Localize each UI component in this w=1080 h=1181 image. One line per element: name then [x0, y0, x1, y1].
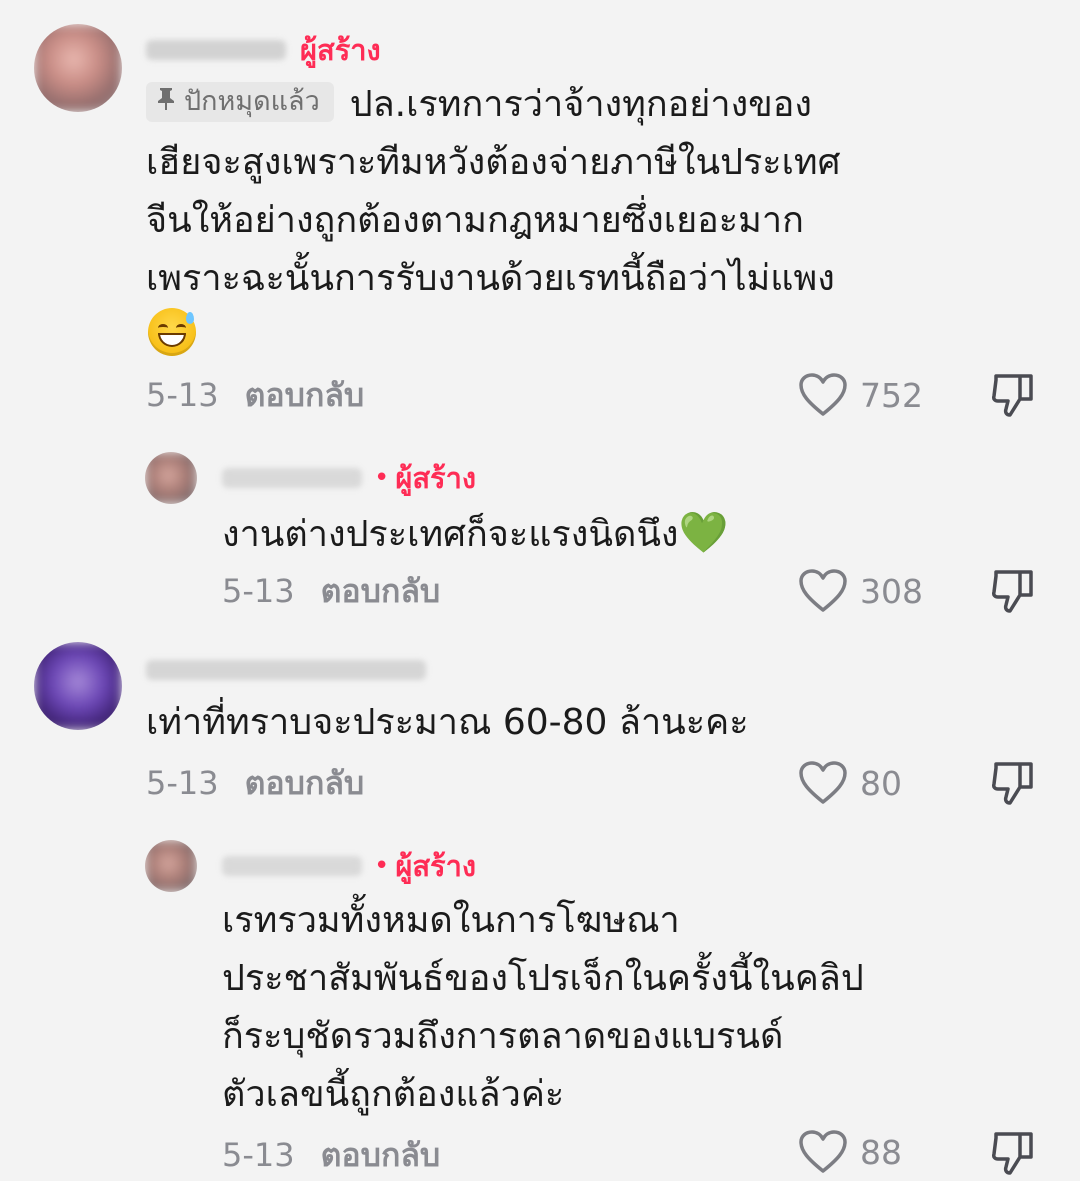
creator-badge: ผู้สร้าง [300, 33, 381, 67]
comment-meta: 5-13 ตอบกลับ [222, 1132, 440, 1178]
comment-text: เรทรวมทั้งหมดในการโฆษณา ประชาสัมพันธ์ของ… [222, 900, 864, 1115]
like-count: 88 [860, 1132, 902, 1172]
comment-text: งานต่างประเทศก็จะแรงนิดนึง💚 [222, 510, 729, 556]
heart-icon [799, 373, 847, 416]
heart-icon [799, 1130, 847, 1173]
avatar[interactable] [34, 642, 122, 730]
comment-date: 5-13 [146, 376, 219, 414]
dislike-icon [992, 1132, 1033, 1175]
separator-dot: • [374, 463, 390, 493]
avatar[interactable] [145, 840, 197, 892]
reply-button[interactable]: ตอบกลับ [245, 758, 365, 809]
comment-date: 5-13 [146, 764, 219, 802]
comment-meta: 5-13 ตอบกลับ [222, 568, 440, 614]
comment-meta: 5-13 ตอบกลับ [146, 760, 364, 806]
comment-header: • ผู้สร้าง [222, 458, 476, 498]
reply-button[interactable]: ตอบกลับ [321, 566, 441, 617]
username-blurred[interactable] [222, 856, 362, 876]
dislike-button[interactable] [990, 1130, 1036, 1180]
username-blurred[interactable] [146, 40, 286, 60]
avatar[interactable] [34, 24, 122, 112]
like-button[interactable]: 308 [798, 566, 923, 616]
like-count: 752 [860, 375, 923, 415]
comment-date: 5-13 [222, 1136, 295, 1174]
dislike-button[interactable] [990, 372, 1036, 422]
reply-button[interactable]: ตอบกลับ [321, 1130, 441, 1181]
like-count: 80 [860, 763, 902, 803]
username-blurred[interactable] [222, 468, 362, 488]
pinned-badge: ปักหมุดแล้ว [146, 82, 334, 122]
comment-text: ปักหมุดแล้ว ปล.เรทการว่าจ้างทุกอย่างของ เ… [146, 82, 841, 299]
like-count: 308 [860, 571, 923, 611]
dislike-button[interactable] [990, 568, 1036, 618]
comment-date: 5-13 [222, 572, 295, 610]
comment-header: ผู้สร้าง [146, 30, 381, 70]
like-button[interactable]: 752 [798, 370, 923, 420]
heart-icon [799, 569, 847, 612]
dislike-icon [992, 762, 1033, 805]
heart-icon [799, 761, 847, 804]
creator-badge: ผู้สร้าง [395, 849, 477, 883]
green-heart-icon: 💚 [678, 510, 729, 556]
comment-header: • ผู้สร้าง [222, 846, 476, 886]
smiling-face-with-sweat-icon [148, 308, 196, 356]
separator-dot: • [374, 851, 390, 881]
like-button[interactable]: 88 [798, 1128, 902, 1176]
comment-meta: 5-13 ตอบกลับ [146, 372, 364, 418]
comment-text: เท่าที่ทราบจะประมาณ 60-80 ล้านะคะ [146, 702, 749, 743]
reply-button[interactable]: ตอบกลับ [245, 370, 365, 421]
pin-icon [156, 82, 176, 122]
creator-badge: ผู้สร้าง [395, 461, 477, 495]
dislike-icon [992, 570, 1033, 613]
dislike-button[interactable] [990, 760, 1036, 810]
like-button[interactable]: 80 [798, 758, 902, 808]
avatar[interactable] [145, 452, 197, 504]
username-blurred[interactable] [146, 660, 426, 680]
dislike-icon [992, 374, 1033, 417]
comment-header [146, 650, 426, 690]
